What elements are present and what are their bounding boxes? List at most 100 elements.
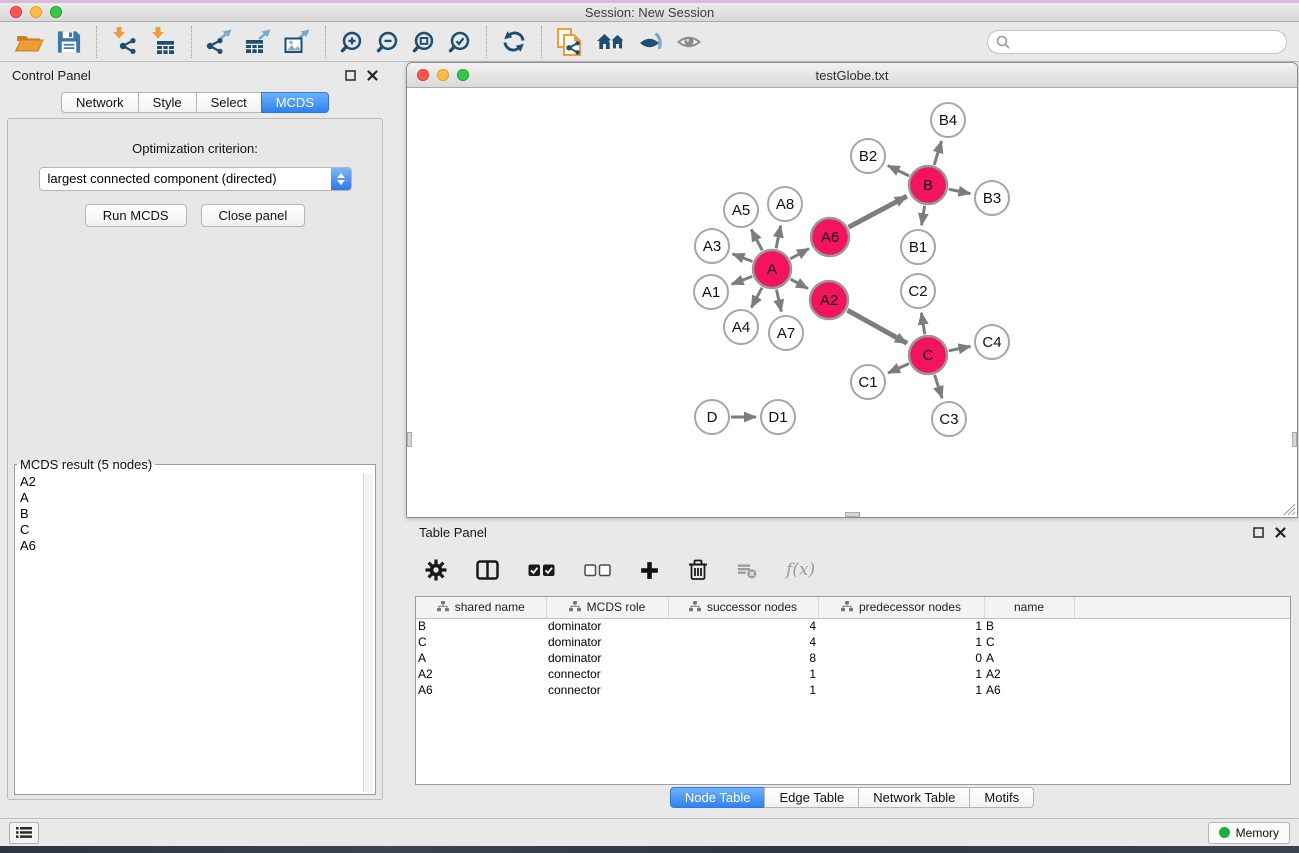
cell-name[interactable]: C [984, 634, 1074, 650]
close-panel-button-mcds[interactable]: Close panel [201, 204, 306, 227]
show-all-button[interactable] [670, 28, 709, 56]
result-scrollbar[interactable] [363, 474, 373, 792]
select-all-checkboxes-button[interactable] [528, 564, 555, 577]
edge-C-C1[interactable] [888, 364, 909, 373]
zoom-out-button[interactable] [370, 28, 406, 56]
settings-gear-button[interactable] [425, 559, 447, 581]
cell-shared_name[interactable]: B [416, 618, 546, 634]
column-header[interactable]: successor nodes [668, 597, 818, 618]
network-graph[interactable]: B4B2BB3B1A5A8A6A3AA1A2A4A7C2C4CC1C3DD1 [407, 88, 1297, 517]
cell-mcds_role[interactable]: dominator [546, 650, 668, 666]
deselect-all-checkboxes-button[interactable] [584, 564, 611, 577]
criterion-dropdown[interactable]: largest connected component (directed) [39, 167, 352, 191]
cell-successor_nodes[interactable]: 1 [668, 682, 818, 698]
import-network-button[interactable] [105, 25, 144, 58]
canvas-splitter-handle-right[interactable] [1292, 432, 1297, 447]
node-A1[interactable]: A1 [694, 275, 728, 309]
tab-network[interactable]: Network [61, 92, 139, 113]
close-table-panel-button[interactable] [1273, 525, 1288, 540]
edge-A-A3[interactable] [733, 254, 753, 262]
first-neighbors-button[interactable] [590, 28, 632, 56]
edge-A2-C[interactable] [847, 310, 907, 343]
column-header[interactable]: predecessor nodes [818, 597, 984, 618]
node-B3[interactable]: B3 [975, 181, 1009, 215]
cell-name[interactable]: A2 [984, 666, 1074, 682]
tab-select[interactable]: Select [196, 92, 262, 113]
cell-shared_name[interactable]: A6 [416, 682, 546, 698]
save-session-button[interactable] [50, 26, 88, 57]
cell-successor_nodes[interactable]: 4 [668, 618, 818, 634]
cell-predecessor_nodes[interactable]: 1 [818, 682, 984, 698]
zoom-in-button[interactable] [334, 28, 370, 56]
tab-style[interactable]: Style [138, 92, 197, 113]
table-row[interactable]: Bdominator41B [416, 618, 1290, 634]
table-row[interactable]: A2connector11A2 [416, 666, 1290, 682]
edge-A-A4[interactable] [751, 288, 762, 308]
node-C3[interactable]: C3 [932, 402, 966, 436]
column-header[interactable]: shared name [416, 597, 546, 618]
duplicate-network-button[interactable] [550, 25, 590, 59]
tab-edge-table[interactable]: Edge Table [764, 787, 859, 808]
cell-shared_name[interactable]: A2 [416, 666, 546, 682]
cell-shared_name[interactable]: A [416, 650, 546, 666]
refresh-layout-button[interactable] [495, 27, 533, 56]
edge-B-B1[interactable] [922, 206, 925, 226]
node-A3[interactable]: A3 [695, 229, 729, 263]
node-B[interactable]: B [909, 166, 947, 204]
cell-mcds_role[interactable]: connector [546, 666, 668, 682]
zoom-fit-button[interactable] [406, 28, 442, 56]
add-column-button[interactable] [640, 561, 659, 580]
node-A2[interactable]: A2 [810, 281, 848, 319]
export-image-button[interactable] [278, 26, 317, 57]
node-A5[interactable]: A5 [724, 193, 758, 227]
column-header[interactable]: MCDS role [546, 597, 668, 618]
cell-mcds_role[interactable]: connector [546, 682, 668, 698]
cell-name[interactable]: A [984, 650, 1074, 666]
float-panel-button[interactable] [343, 68, 358, 83]
edge-C-C2[interactable] [921, 313, 924, 335]
edge-A-A7[interactable] [776, 290, 781, 312]
cell-successor_nodes[interactable]: 8 [668, 650, 818, 666]
column-header[interactable]: name [984, 597, 1074, 618]
canvas-splitter-handle-left[interactable] [407, 432, 412, 447]
node-B1[interactable]: B1 [901, 230, 935, 264]
panel-splitter[interactable] [390, 62, 406, 818]
table-row[interactable]: A6connector11A6 [416, 682, 1290, 698]
node-B2[interactable]: B2 [851, 139, 885, 173]
tab-motifs[interactable]: Motifs [969, 787, 1034, 808]
node-C2[interactable]: C2 [901, 274, 935, 308]
cell-successor_nodes[interactable]: 4 [668, 634, 818, 650]
edge-A-A1[interactable] [732, 276, 753, 284]
memory-button[interactable]: Memory [1208, 822, 1290, 844]
edge-B-B4[interactable] [934, 141, 941, 165]
edge-C-C4[interactable] [949, 346, 971, 350]
zoom-selected-button[interactable] [442, 28, 478, 56]
cell-successor_nodes[interactable]: 1 [668, 666, 818, 682]
tab-network-table[interactable]: Network Table [858, 787, 970, 808]
cell-predecessor_nodes[interactable]: 1 [818, 634, 984, 650]
node-D[interactable]: D [695, 400, 729, 434]
cell-predecessor_nodes[interactable]: 1 [818, 666, 984, 682]
cell-name[interactable]: A6 [984, 682, 1074, 698]
search-box[interactable] [987, 30, 1287, 54]
import-table-button[interactable] [144, 25, 183, 58]
edge-A6-B[interactable] [849, 196, 907, 227]
edge-B-B2[interactable] [888, 166, 909, 176]
node-A6[interactable]: A6 [811, 218, 849, 256]
node-C[interactable]: C [909, 336, 947, 374]
cell-shared_name[interactable]: C [416, 634, 546, 650]
delete-column-button[interactable] [688, 559, 708, 581]
mcds-result-item[interactable]: C [17, 522, 362, 538]
node-A8[interactable]: A8 [768, 187, 802, 221]
export-table-button[interactable] [239, 26, 278, 57]
edge-A-A8[interactable] [776, 226, 781, 249]
edge-B-B3[interactable] [949, 189, 971, 193]
hide-selected-button[interactable] [632, 28, 670, 56]
node-A[interactable]: A [753, 250, 791, 288]
cell-mcds_role[interactable]: dominator [546, 618, 668, 634]
column-view-button[interactable] [476, 560, 499, 580]
table-row[interactable]: Adominator80A [416, 650, 1290, 666]
run-mcds-button[interactable]: Run MCDS [85, 204, 187, 227]
close-panel-button[interactable] [365, 68, 380, 83]
search-input[interactable] [1015, 34, 1278, 49]
